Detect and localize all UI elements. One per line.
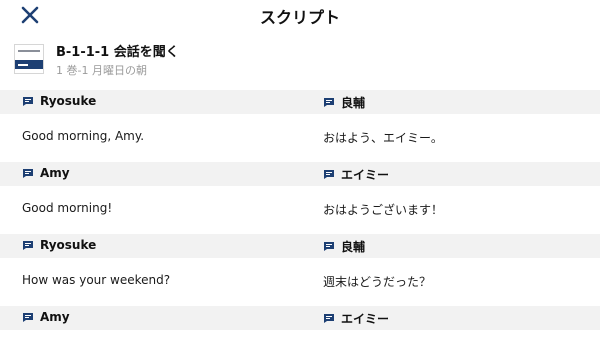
dialogue-row[interactable]: Good morning! おはようございます！ <box>0 186 600 234</box>
speaker-ja: 良輔 <box>323 94 365 111</box>
chat-icon <box>323 97 335 108</box>
speaker-name-ja: 良輔 <box>341 240 366 254</box>
speaker-name-en: Amy <box>40 166 70 180</box>
speaker-row: Ryosuke 良輔 <box>0 234 600 258</box>
speaker-en: Amy <box>22 166 70 180</box>
speaker-name-ja: エイミー <box>341 312 390 326</box>
speaker-en: Ryosuke <box>22 94 96 108</box>
speaker-name-en: Ryosuke <box>40 94 97 108</box>
lesson-subtitle: 1 巻-1 月曜日の朝 <box>56 64 147 77</box>
speaker-name-en: Amy <box>40 310 70 324</box>
dialogue-row[interactable]: Good morning, Amy. おはよう、エイミー。 <box>0 114 600 162</box>
speaker-ja: エイミー <box>323 310 389 327</box>
line-ja: おはよう、エイミー。 <box>323 131 443 145</box>
speaker-name-ja: エイミー <box>341 168 390 182</box>
chat-icon <box>323 313 335 324</box>
speaker-row: Amy エイミー <box>0 306 600 330</box>
chat-icon <box>323 241 335 252</box>
page-title: スクリプト <box>259 8 340 27</box>
chat-icon <box>22 240 34 251</box>
book-cover-thumbnail <box>14 44 44 74</box>
chat-icon <box>22 312 34 323</box>
speaker-ja: エイミー <box>323 166 389 183</box>
speaker-name-ja: 良輔 <box>341 96 366 110</box>
script-list: Ryosuke 良輔 Good morning, Amy. おはよう、エイミー。… <box>0 90 600 330</box>
line-en: How was your weekend? <box>22 273 171 287</box>
line-en: Good morning, Amy. <box>22 129 145 143</box>
chat-icon <box>22 96 34 107</box>
speaker-en: Ryosuke <box>22 238 96 252</box>
top-bar: スクリプト <box>0 0 600 30</box>
speaker-row: Amy エイミー <box>0 162 600 186</box>
lesson-title: B-1-1-1 会話を聞く <box>56 45 179 60</box>
chat-icon <box>323 169 335 180</box>
chat-icon <box>22 168 34 179</box>
speaker-en: Amy <box>22 310 70 324</box>
line-ja: おはようございます！ <box>323 203 444 217</box>
dialogue-row[interactable]: How was your weekend? 週末はどうだった？ <box>0 258 600 306</box>
line-ja: 週末はどうだった？ <box>323 275 432 289</box>
line-en: Good morning! <box>22 201 113 215</box>
lesson-header: B-1-1-1 会話を聞く 1 巻-1 月曜日の朝 <box>0 30 600 90</box>
speaker-ja: 良輔 <box>323 238 365 255</box>
speaker-name-en: Ryosuke <box>40 238 97 252</box>
speaker-row: Ryosuke 良輔 <box>0 90 600 114</box>
